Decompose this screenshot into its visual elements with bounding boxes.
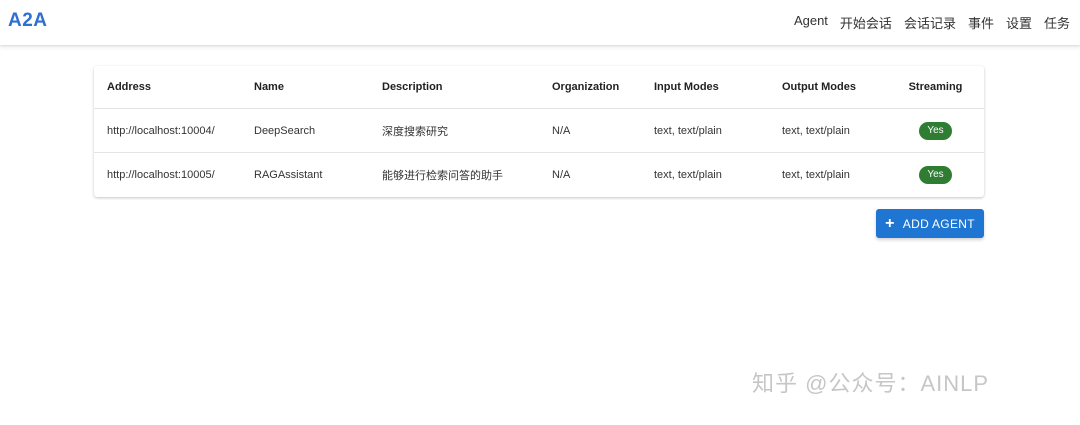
column-header-description: Description (369, 66, 539, 109)
agents-table-card: Address Name Description Organization In… (94, 66, 984, 197)
cell-output-modes: text, text/plain (782, 168, 850, 181)
column-header-name: Name (241, 66, 369, 109)
cell-address: http://localhost:10004/ (94, 108, 241, 153)
streaming-status-badge: Yes (919, 121, 952, 140)
cell-input-modes: text, text/plain (654, 168, 722, 181)
cell-streaming: Yes (887, 108, 984, 153)
column-header-address: Address (94, 66, 241, 109)
cell-address: http://localhost:10005/ (107, 168, 215, 181)
cell-output-modes: text, text/plain (769, 108, 887, 153)
nav-item-agent[interactable]: Agent (794, 13, 828, 32)
top-nav: Agent 开始会话 会话记录 事件 设置 任务 (794, 13, 1070, 32)
nav-item-events[interactable]: 事件 (968, 13, 994, 32)
cell-organization: N/A (552, 168, 571, 181)
cell-name: DeepSearch (241, 108, 369, 153)
plus-icon: + (885, 214, 895, 232)
cell-description: 能够进行检索问答的助手 (382, 169, 503, 182)
table-header-row: Address Name Description Organization In… (94, 66, 984, 109)
table-row[interactable]: http://localhost:10004/ DeepSearch 深度搜索研… (94, 108, 984, 153)
app-bar: A2A Agent 开始会话 会话记录 事件 设置 任务 (0, 0, 1080, 45)
column-header-streaming: Streaming (887, 66, 984, 109)
add-agent-button[interactable]: + ADD AGENT (876, 209, 984, 238)
column-header-input-modes: Input Modes (641, 66, 769, 109)
cell-organization: N/A (539, 108, 641, 153)
nav-item-settings[interactable]: 设置 (1006, 13, 1032, 32)
column-header-organization: Organization (539, 66, 641, 109)
agents-table: Address Name Description Organization In… (94, 66, 984, 196)
cell-description: 深度搜索研究 (369, 108, 539, 153)
nav-item-tasks[interactable]: 任务 (1044, 13, 1070, 32)
cell-name: RAGAssistant (254, 168, 323, 181)
column-header-output-modes: Output Modes (769, 66, 887, 109)
add-agent-label: ADD AGENT (902, 216, 975, 231)
app-logo[interactable]: A2A (8, 10, 48, 32)
cell-input-modes: text, text/plain (641, 108, 769, 153)
watermark: 知乎 @公众号：AINLP (752, 371, 990, 396)
streaming-status-badge: Yes (919, 165, 952, 184)
nav-item-conversation-history[interactable]: 会话记录 (904, 13, 956, 32)
nav-item-start-conversation[interactable]: 开始会话 (840, 13, 892, 32)
table-row[interactable]: http://localhost:10005/ RAGAssistant 能够进… (94, 153, 984, 197)
cell-streaming: Yes (887, 153, 984, 197)
